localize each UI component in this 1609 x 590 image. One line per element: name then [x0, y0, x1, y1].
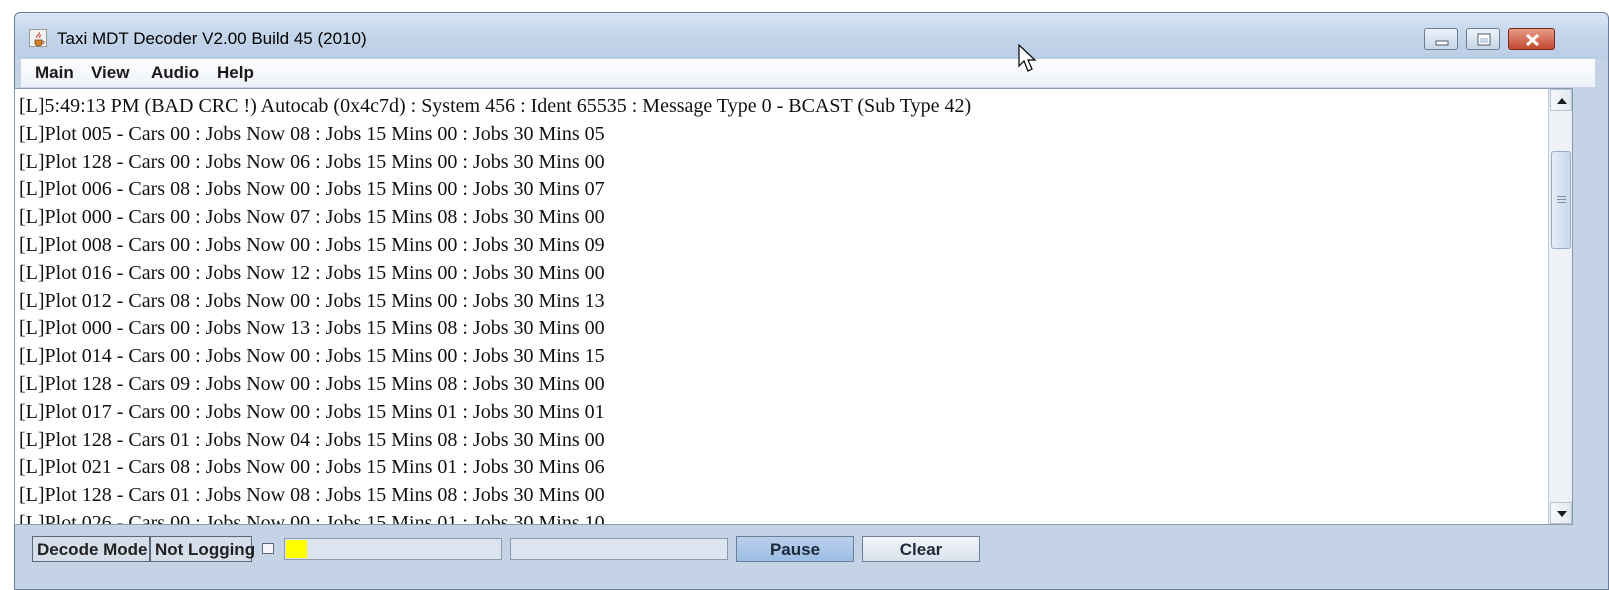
log-line: [L]Plot 128 - Cars 01 : Jobs Now 08 : Jo… — [19, 484, 605, 507]
vertical-scrollbar[interactable] — [1548, 89, 1572, 524]
logging-status-label: Not Logging — [150, 536, 255, 562]
window-title: Taxi MDT Decoder V2.00 Build 45 (2010) — [57, 29, 367, 48]
pause-button[interactable]: Pause — [736, 536, 854, 562]
maximize-icon — [1477, 33, 1491, 46]
decode-mode-label: Decode Mode — [32, 536, 150, 562]
secondary-level-meter — [510, 538, 728, 560]
arrow-down-icon — [1557, 511, 1567, 517]
close-button[interactable] — [1508, 28, 1555, 50]
log-line: [L]Plot 008 - Cars 00 : Jobs Now 00 : Jo… — [19, 233, 605, 256]
log-line: [L]Plot 026 - Cars 00 : Jobs Now 00 : Jo… — [19, 511, 605, 524]
maximize-button[interactable] — [1466, 28, 1500, 50]
log-line: [L]5:49:13 PM (BAD CRC !) Autocab (0x4c7… — [19, 95, 972, 117]
audio-level-fill — [286, 540, 307, 558]
menu-main[interactable]: Main — [35, 63, 74, 83]
arrow-up-icon — [1557, 98, 1567, 104]
log-line: [L]Plot 017 - Cars 00 : Jobs Now 00 : Jo… — [19, 400, 605, 423]
status-bar: Decode Mode Not Logging Pause Clear — [14, 535, 1573, 570]
thumb-grip — [1557, 196, 1566, 197]
minimize-button[interactable] — [1424, 28, 1458, 50]
audio-level-meter — [284, 538, 502, 560]
log-line: [L]Plot 000 - Cars 00 : Jobs Now 07 : Jo… — [19, 206, 605, 229]
decoder-log[interactable]: [L]5:49:13 PM (BAD CRC !) Autocab (0x4c7… — [14, 88, 1573, 525]
log-line: [L]Plot 005 - Cars 00 : Jobs Now 08 : Jo… — [19, 122, 605, 145]
close-icon — [1525, 33, 1540, 47]
log-line: [L]Plot 012 - Cars 08 : Jobs Now 00 : Jo… — [19, 289, 605, 312]
audio-indicator-icon — [262, 543, 274, 554]
title-bar[interactable]: Taxi MDT Decoder V2.00 Build 45 (2010) — [15, 13, 1608, 59]
thumb-grip — [1557, 202, 1566, 203]
thumb-grip — [1557, 199, 1566, 200]
log-line: [L]Plot 000 - Cars 00 : Jobs Now 13 : Jo… — [19, 317, 605, 340]
minimize-icon — [1435, 40, 1449, 46]
scroll-up-button[interactable] — [1550, 89, 1572, 111]
log-line: [L]Plot 128 - Cars 00 : Jobs Now 06 : Jo… — [19, 150, 605, 173]
menu-help[interactable]: Help — [217, 63, 254, 83]
log-line: [L]Plot 021 - Cars 08 : Jobs Now 00 : Jo… — [19, 456, 605, 479]
scroll-down-button[interactable] — [1550, 502, 1572, 524]
scrollbar-thumb[interactable] — [1551, 151, 1571, 249]
log-lines[interactable]: [L]5:49:13 PM (BAD CRC !) Autocab (0x4c7… — [15, 89, 1548, 524]
log-line: [L]Plot 128 - Cars 09 : Jobs Now 00 : Jo… — [19, 372, 605, 395]
menu-bar: Main View Audio Help — [21, 59, 1595, 87]
java-cup-icon[interactable] — [29, 29, 47, 47]
menu-view[interactable]: View — [91, 63, 129, 83]
mouse-pointer-icon — [1018, 44, 1037, 72]
log-line: [L]Plot 128 - Cars 01 : Jobs Now 04 : Jo… — [19, 428, 605, 451]
log-line: [L]Plot 016 - Cars 00 : Jobs Now 12 : Jo… — [19, 261, 605, 284]
menu-audio[interactable]: Audio — [151, 63, 199, 83]
log-line: [L]Plot 014 - Cars 00 : Jobs Now 00 : Jo… — [19, 345, 605, 368]
clear-button[interactable]: Clear — [862, 536, 980, 562]
log-line: [L]Plot 006 - Cars 08 : Jobs Now 00 : Jo… — [19, 178, 605, 201]
